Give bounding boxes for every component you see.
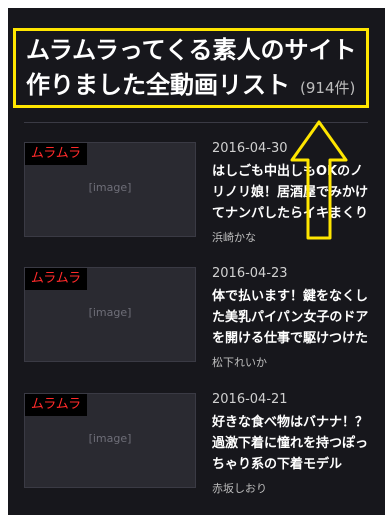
up-arrow-icon — [290, 120, 348, 240]
video-title-link[interactable]: 体で払います！鍵をなくした美乳パイパン女子のドアを開ける仕事で駆けつけたら — [212, 286, 372, 349]
video-title-link[interactable]: 好きな食べ物はバナナ！？過激下着に憧れを持つぽっちゃり系の下着モデル — [212, 412, 372, 475]
post-date: 2016-04-21 — [212, 392, 288, 407]
thumbnail-placeholder: [image] — [88, 181, 132, 194]
thumbnail-tag: ムラムラ — [25, 268, 87, 290]
video-thumbnail[interactable]: ムラムラ [image] — [24, 142, 196, 237]
author-name[interactable]: 赤坂しおり — [212, 481, 372, 497]
thumbnail-tag: ムラムラ — [25, 394, 87, 416]
thumbnail-tag: ムラムラ — [25, 143, 87, 165]
video-thumbnail[interactable]: ムラムラ [image] — [24, 267, 196, 362]
thumbnail-placeholder: [image] — [88, 306, 132, 319]
video-thumbnail[interactable]: ムラムラ [image] — [24, 393, 196, 488]
list-item[interactable]: ムラムラ [image] 2016-04-23 体で払います！鍵をなくした美乳パ… — [24, 265, 370, 369]
thumbnail-placeholder: [image] — [88, 432, 132, 445]
highlight-box — [13, 28, 369, 108]
author-name[interactable]: 松下れいか — [212, 355, 372, 371]
scrollbar[interactable] — [385, 0, 391, 515]
list-item[interactable]: ムラムラ [image] 2016-04-21 好きな食べ物はバナナ！？過激下着… — [24, 391, 370, 495]
post-date: 2016-04-23 — [212, 266, 288, 281]
